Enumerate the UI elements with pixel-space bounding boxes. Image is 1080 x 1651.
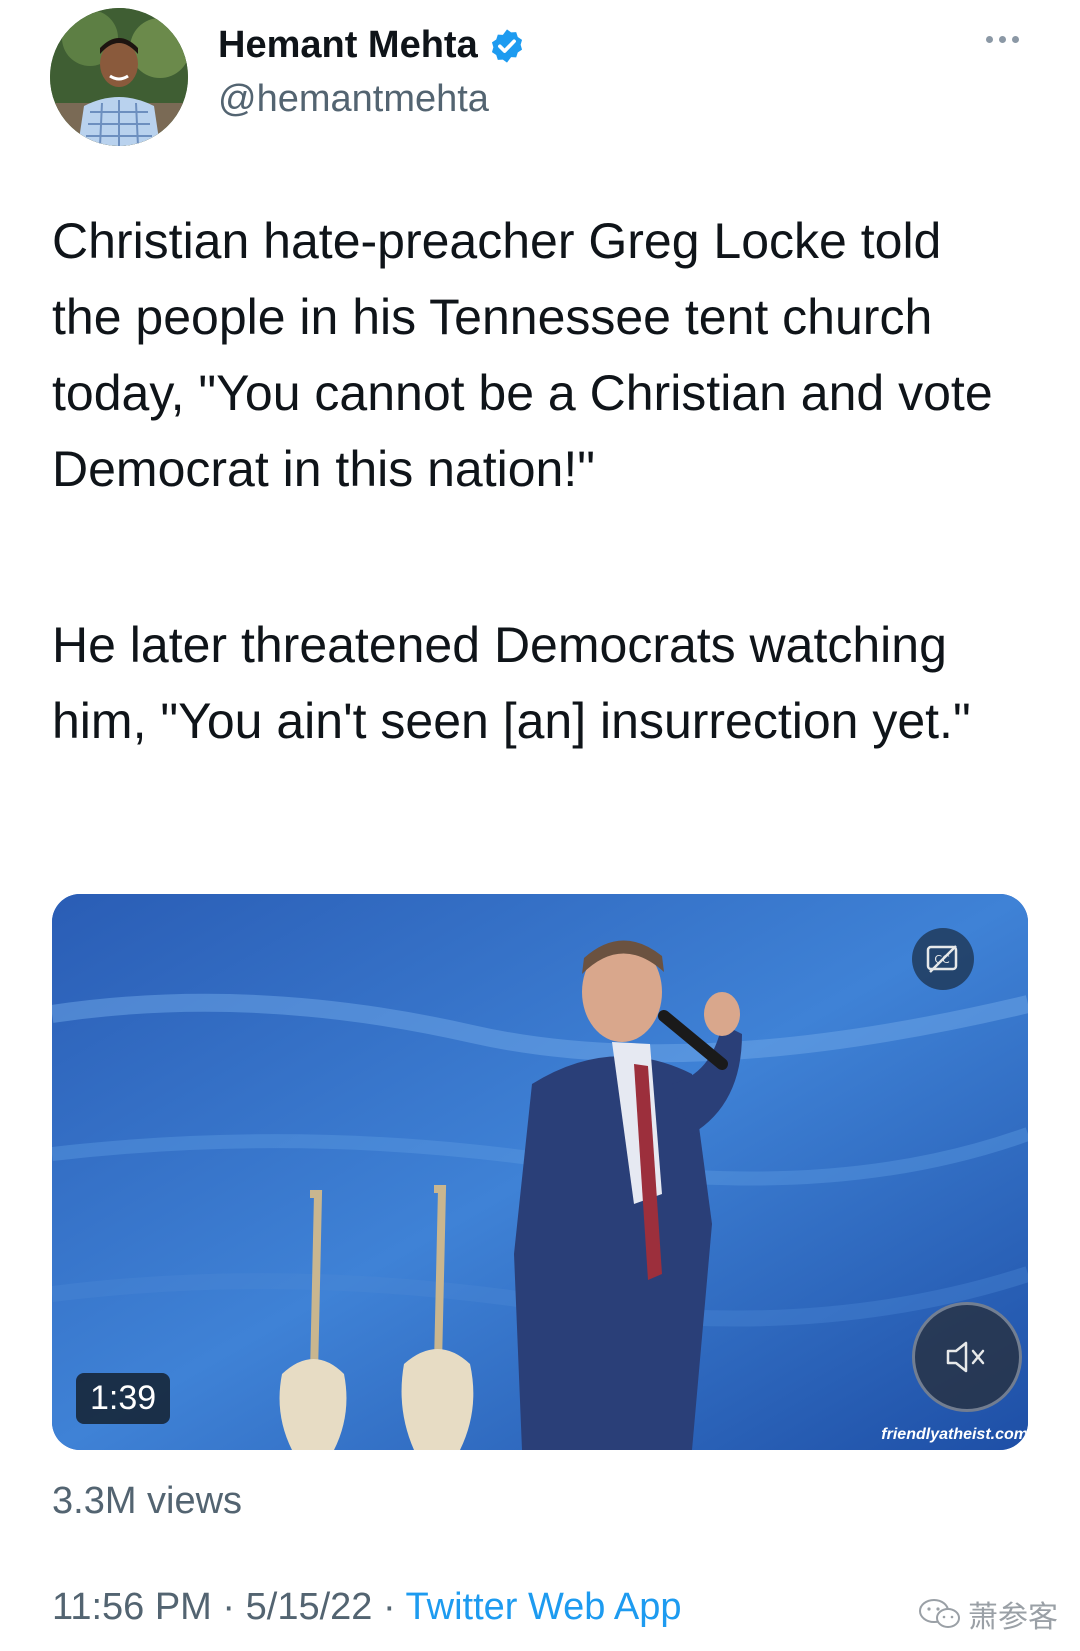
- brand-watermark-text: 萧参客: [968, 1600, 1058, 1635]
- view-count: 3.3M views: [52, 1480, 243, 1522]
- more-options-icon[interactable]: [986, 36, 1019, 43]
- speaker-muted-icon: [946, 1341, 985, 1373]
- meta-separator: ·: [372, 1586, 406, 1628]
- mute-toggle-button[interactable]: [912, 1302, 1022, 1412]
- video-duration: 1:39: [76, 1373, 171, 1424]
- captions-button[interactable]: CC: [912, 928, 974, 990]
- tweet-source-link[interactable]: Twitter Web App: [406, 1586, 682, 1628]
- tweet-text-paragraph-1: Christian hate-preacher Greg Locke told …: [52, 213, 993, 497]
- author-name-row: Hemant Mehta: [218, 24, 526, 67]
- tweet-metadata: 11:56 PM · 5/15/22 · Twitter Web App: [52, 1586, 682, 1629]
- tweet-time[interactable]: 11:56 PM: [52, 1586, 212, 1628]
- tweet-date[interactable]: 5/15/22: [246, 1586, 373, 1628]
- video-frame: [52, 894, 1028, 1450]
- author-handle[interactable]: @hemantmehta: [218, 78, 489, 121]
- video-watermark: friendlyatheist.com: [881, 1426, 1028, 1443]
- verified-badge-icon: [491, 28, 522, 63]
- cc-icon: CC: [926, 945, 958, 973]
- author-avatar[interactable]: [50, 8, 188, 146]
- tweet-text-paragraph-2: He later threatened Democrats watching h…: [52, 617, 971, 749]
- wechat-icon: [919, 1599, 960, 1628]
- avatar-photo: [50, 8, 188, 146]
- video-player[interactable]: CC 1:39 friendlyatheist.com: [52, 894, 1028, 1450]
- author-name[interactable]: Hemant Mehta: [218, 24, 478, 67]
- brand-watermark: 萧参客: [918, 1592, 1058, 1636]
- meta-separator: ·: [211, 1586, 246, 1628]
